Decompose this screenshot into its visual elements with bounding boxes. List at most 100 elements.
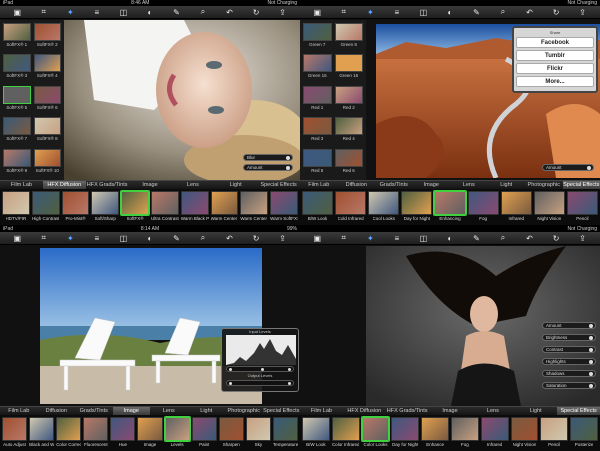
effects-icon[interactable]: ✦ bbox=[365, 234, 375, 243]
share-facebook-button[interactable]: Facebook bbox=[516, 37, 594, 48]
effect-night-vision[interactable]: Night Vision bbox=[533, 191, 565, 223]
filter-softfx-9[interactable]: SoftFX® 9 bbox=[3, 148, 31, 177]
effect-night-vision[interactable]: Night Vision bbox=[510, 417, 539, 449]
effect-soft-sharp[interactable]: Soft/Sharp bbox=[91, 191, 120, 223]
tab-lens[interactable]: Lens bbox=[171, 181, 214, 189]
tab-image[interactable]: Image bbox=[429, 407, 472, 415]
zoom-icon[interactable]: ⌕ bbox=[498, 233, 508, 243]
amount-slider[interactable]: Amount bbox=[542, 164, 594, 171]
effect-day-for-night[interactable]: Day for Night bbox=[401, 191, 433, 223]
effect-b-w-look[interactable]: B/W Look bbox=[302, 417, 330, 449]
crop-icon[interactable]: ⌗ bbox=[339, 7, 349, 17]
compare-icon[interactable]: ◫ bbox=[418, 234, 428, 243]
photo-icon[interactable]: ▣ bbox=[12, 234, 22, 243]
input-levels-slider[interactable] bbox=[226, 366, 294, 372]
share-flickr-button[interactable]: Flickr bbox=[516, 63, 594, 74]
tab-grads-tints[interactable]: Grads/Tints bbox=[75, 407, 113, 415]
tab-special-effects[interactable]: Special Effects bbox=[557, 407, 600, 415]
tab-film-lab[interactable]: Film Lab bbox=[0, 407, 38, 415]
tab-light[interactable]: Light bbox=[214, 181, 257, 189]
sliders-icon[interactable]: ≡ bbox=[392, 234, 402, 243]
compare-icon[interactable]: ◫ bbox=[118, 234, 128, 243]
paint-icon[interactable]: ◐ bbox=[145, 8, 155, 17]
share-more-button[interactable]: More... bbox=[516, 76, 594, 87]
effect-infrared[interactable]: Infrared bbox=[500, 191, 532, 223]
undo-icon[interactable]: ↶ bbox=[225, 8, 235, 17]
crop-icon[interactable]: ⌗ bbox=[39, 233, 49, 243]
tab-diffusion[interactable]: Diffusion bbox=[38, 407, 76, 415]
effect-image[interactable]: Image bbox=[137, 417, 163, 449]
effects-icon[interactable]: ✦ bbox=[365, 8, 375, 17]
photo-icon[interactable]: ▣ bbox=[312, 234, 322, 243]
tab-hfx-diffusion[interactable]: HFX Diffusion bbox=[343, 407, 386, 415]
effect-pencil[interactable]: Pencil bbox=[566, 191, 598, 223]
filter-red-6[interactable]: Red 6 bbox=[334, 148, 363, 177]
tab-film-lab[interactable]: Film Lab bbox=[300, 407, 343, 415]
effect-auto-adjust[interactable]: Auto Adjust bbox=[2, 417, 28, 449]
effect-warm-center-spot[interactable]: Warm Center Spot bbox=[240, 191, 269, 223]
effects-icon[interactable]: ✦ bbox=[65, 8, 75, 17]
effect-fog[interactable]: Fog bbox=[467, 191, 499, 223]
effect-enhance[interactable]: Enhance bbox=[421, 417, 449, 449]
sliders-icon[interactable]: ≡ bbox=[92, 234, 102, 243]
filter-green-16[interactable]: Green 16 bbox=[334, 54, 363, 82]
filter-green-8[interactable]: Green 8 bbox=[334, 23, 363, 51]
rotate-icon[interactable]: ↻ bbox=[251, 8, 261, 17]
zoom-icon[interactable]: ⌕ bbox=[198, 7, 208, 17]
brush-icon[interactable]: ✎ bbox=[471, 8, 481, 17]
brush-icon[interactable]: ✎ bbox=[171, 234, 181, 243]
effect-warm-center-spot[interactable]: Warm Center Spot bbox=[210, 191, 239, 223]
photo-icon[interactable]: ▣ bbox=[12, 8, 22, 17]
effect-cool-looks[interactable]: Cool Looks bbox=[368, 191, 400, 223]
saturation-slider[interactable]: Saturation bbox=[542, 382, 596, 389]
effect-sharpen[interactable]: Sharpen bbox=[218, 417, 244, 449]
share-tumblr-button[interactable]: Tumblr bbox=[516, 50, 594, 61]
tab-photographic[interactable]: Photographic bbox=[525, 181, 563, 189]
effect-posterize[interactable]: Posterize bbox=[570, 417, 598, 449]
undo-icon[interactable]: ↶ bbox=[525, 8, 535, 17]
filter-softfx-3[interactable]: SoftFX® 3 bbox=[3, 54, 31, 82]
effect-day-for-night[interactable]: Day for Night bbox=[391, 417, 420, 449]
tab-light[interactable]: Light bbox=[188, 407, 226, 415]
sliders-icon[interactable]: ≡ bbox=[92, 8, 102, 17]
filter-green-15[interactable]: Green 15 bbox=[303, 54, 332, 82]
tab-light[interactable]: Light bbox=[488, 181, 526, 189]
rotate-icon[interactable]: ↻ bbox=[551, 8, 561, 17]
tab-photographic[interactable]: Photographic bbox=[225, 407, 263, 415]
tab-special-effects[interactable]: Special Effects bbox=[263, 407, 301, 415]
effect-softfx[interactable]: SoftFX® bbox=[121, 191, 149, 223]
filter-red-3[interactable]: Red 3 bbox=[303, 117, 332, 145]
tab-special-effects[interactable]: Special Effects bbox=[562, 181, 600, 189]
compare-icon[interactable]: ◫ bbox=[418, 8, 428, 17]
shadows-slider[interactable]: Shadows bbox=[542, 370, 596, 377]
effect-pro-mist[interactable]: Pro-Mist® bbox=[61, 191, 90, 223]
tab-film-lab[interactable]: Film Lab bbox=[0, 181, 43, 189]
amount-slider[interactable]: Amount bbox=[542, 322, 596, 329]
filter-softfx-1[interactable]: SoftFX® 1 bbox=[3, 23, 31, 51]
filter-red-5[interactable]: Red 5 bbox=[303, 148, 332, 177]
effect-cold-infrared[interactable]: Cold Infrared bbox=[335, 191, 367, 223]
tab-hfx-diffusion[interactable]: HFX Diffusion bbox=[42, 181, 86, 189]
effect-black-and-white[interactable]: Black and White bbox=[29, 417, 55, 449]
effect-hue[interactable]: Hue bbox=[110, 417, 136, 449]
effect-fog[interactable]: Fog bbox=[450, 417, 479, 449]
effect-warm-softfx[interactable]: Warm SoftFX® bbox=[270, 191, 298, 223]
tab-light[interactable]: Light bbox=[514, 407, 557, 415]
tab-lens[interactable]: Lens bbox=[450, 181, 488, 189]
effect-warm-black-pro-mist[interactable]: Warm Black Pro-Mist bbox=[180, 191, 209, 223]
crop-icon[interactable]: ⌗ bbox=[339, 233, 349, 243]
tab-hfx-grads-tints[interactable]: HFX Grads/Tints bbox=[386, 407, 429, 415]
effect-hdtv-fir[interactable]: HDTV/FIR bbox=[2, 191, 30, 223]
blur-slider[interactable]: Blur bbox=[243, 154, 293, 161]
tab-lens[interactable]: Lens bbox=[150, 407, 188, 415]
share-icon[interactable]: ⇪ bbox=[578, 234, 588, 243]
filter-softfx-8[interactable]: SoftFX® 8 bbox=[33, 117, 61, 145]
rotate-icon[interactable]: ↻ bbox=[251, 234, 261, 243]
filter-softfx-7[interactable]: SoftFX® 7 bbox=[3, 117, 31, 145]
tab-hfx-grads-tints[interactable]: HFX Grads/Tints bbox=[86, 181, 129, 189]
highlights-slider[interactable]: Highlights bbox=[542, 358, 596, 365]
filter-softfx-2[interactable]: SoftFX® 2 bbox=[33, 23, 61, 51]
filter-softfx-4[interactable]: SoftFX® 4 bbox=[33, 54, 61, 82]
filter-red-2[interactable]: Red 2 bbox=[334, 85, 363, 114]
tab-image[interactable]: Image bbox=[413, 181, 451, 189]
